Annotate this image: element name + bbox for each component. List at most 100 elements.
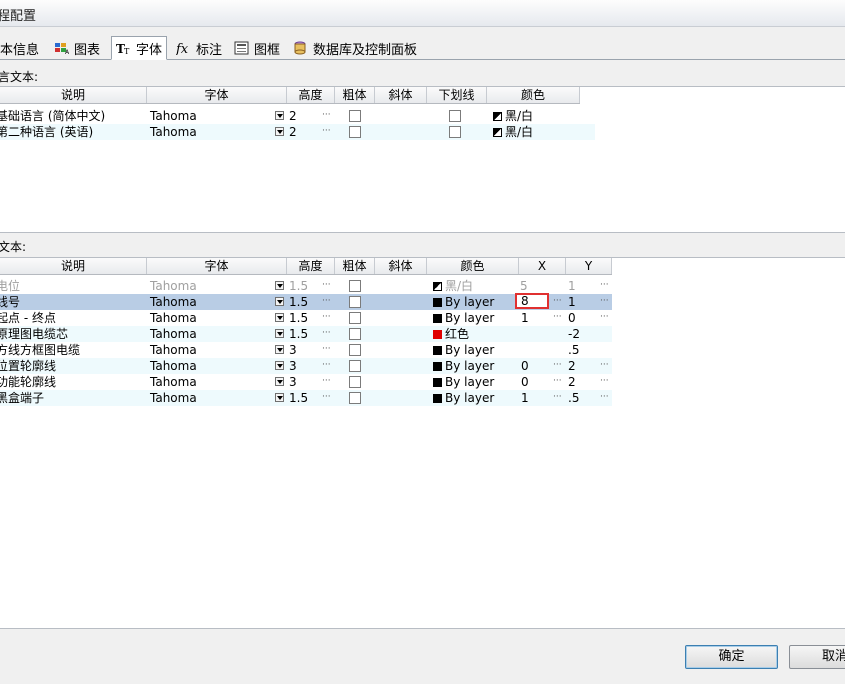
table-row[interactable]: 基础语言 (简体中文) Tahoma 2 ··· 黑/白 — [0, 108, 595, 124]
bold-checkbox[interactable] — [349, 312, 361, 324]
x-ellipsis-button[interactable]: ··· — [553, 310, 562, 324]
col-color[interactable]: 颜色 — [487, 87, 580, 103]
tab-chart[interactable]: A 图表 — [54, 38, 100, 58]
y-ellipsis-button[interactable]: ··· — [600, 310, 609, 324]
table-row[interactable]: 位置轮廓线 Tahoma 3 ··· By layer 0 ··· 2 ··· — [0, 358, 612, 374]
col-underline[interactable]: 下划线 — [427, 87, 487, 103]
row-x[interactable]: 1 — [521, 310, 529, 326]
row-font[interactable]: Tahoma — [150, 374, 197, 390]
x-ellipsis-button[interactable]: ··· — [553, 358, 562, 372]
row-x[interactable]: 5 — [520, 278, 528, 294]
underline-checkbox[interactable] — [449, 110, 461, 122]
y-ellipsis-button[interactable]: ··· — [600, 278, 609, 292]
row-height[interactable]: 2 — [289, 108, 297, 124]
row-height[interactable]: 3 — [289, 342, 297, 358]
x-ellipsis-button[interactable]: ··· — [553, 294, 562, 308]
col-bold[interactable]: 粗体 — [335, 87, 375, 103]
table-row[interactable]: 功能轮廓线 Tahoma 3 ··· By layer 0 ··· 2 ··· — [0, 374, 612, 390]
row-y[interactable]: 1 — [568, 294, 576, 310]
row-y[interactable]: .5 — [568, 390, 579, 406]
col-description[interactable]: 说明 — [0, 258, 147, 274]
row-color[interactable]: By layer — [445, 390, 494, 406]
table-row[interactable]: 方线方框图电缆 Tahoma 3 ··· By layer .5 — [0, 342, 612, 358]
col-font[interactable]: 字体 — [147, 87, 287, 103]
bold-checkbox[interactable] — [349, 344, 361, 356]
font-dropdown-arrow[interactable] — [275, 297, 284, 306]
row-color[interactable]: 黑/白 — [505, 124, 533, 140]
row-color[interactable]: By layer — [445, 342, 494, 358]
bold-checkbox[interactable] — [349, 126, 361, 138]
ok-button[interactable]: 确定 — [685, 645, 778, 669]
col-bold[interactable]: 粗体 — [335, 258, 375, 274]
height-ellipsis-button[interactable]: ··· — [322, 390, 331, 404]
table-row[interactable]: 原理图电缆芯 Tahoma 1.5 ··· 红色 -2 — [0, 326, 612, 342]
table-row[interactable]: 起点 - 终点 Tahoma 1.5 ··· By layer 1 ··· 0 … — [0, 310, 612, 326]
font-dropdown-arrow[interactable] — [275, 329, 284, 338]
row-font[interactable]: Tahoma — [150, 326, 197, 342]
col-color[interactable]: 颜色 — [427, 258, 519, 274]
col-y[interactable]: Y — [566, 258, 612, 274]
row-color[interactable]: By layer — [445, 310, 494, 326]
bold-checkbox[interactable] — [349, 110, 361, 122]
text-table[interactable]: 说明 字体 高度 粗体 斜体 颜色 X Y 电位 Tahoma 1.5 ··· … — [0, 257, 845, 629]
row-y[interactable]: 0 — [568, 310, 576, 326]
col-height[interactable]: 高度 — [287, 258, 335, 274]
row-height[interactable]: 1.5 — [289, 310, 308, 326]
row-font[interactable]: Tahoma — [150, 108, 197, 124]
tab-database[interactable]: 数据库及控制面板 — [293, 38, 417, 58]
font-dropdown-arrow[interactable] — [275, 361, 284, 370]
row-height[interactable]: 2 — [289, 124, 297, 140]
row-height[interactable]: 1.5 — [289, 294, 308, 310]
height-ellipsis-button[interactable]: ··· — [322, 108, 331, 122]
row-y[interactable]: 2 — [568, 358, 576, 374]
row-font[interactable]: Tahoma — [150, 342, 197, 358]
row-height[interactable]: 3 — [289, 358, 297, 374]
height-ellipsis-button[interactable]: ··· — [322, 326, 331, 340]
height-ellipsis-button[interactable]: ··· — [322, 124, 331, 138]
bold-checkbox[interactable] — [349, 392, 361, 404]
row-y[interactable]: -2 — [568, 326, 580, 342]
y-ellipsis-button[interactable]: ··· — [600, 358, 609, 372]
font-dropdown-arrow[interactable] — [275, 377, 284, 386]
row-font[interactable]: Tahoma — [150, 278, 197, 294]
row-height[interactable]: 1.5 — [289, 326, 308, 342]
row-height[interactable]: 3 — [289, 374, 297, 390]
tab-frame[interactable]: 图框 — [234, 38, 280, 58]
y-ellipsis-button[interactable]: ··· — [600, 294, 609, 308]
table-row[interactable]: 电位 Tahoma 1.5 ··· 黑/白 5 1 ··· — [0, 278, 612, 294]
tab-annotation[interactable]: fx 标注 — [175, 38, 222, 58]
row-font[interactable]: Tahoma — [150, 294, 197, 310]
height-ellipsis-button[interactable]: ··· — [322, 278, 331, 292]
row-y[interactable]: 1 — [568, 278, 576, 294]
font-dropdown-arrow[interactable] — [275, 281, 284, 290]
height-ellipsis-button[interactable]: ··· — [322, 374, 331, 388]
col-italic[interactable]: 斜体 — [375, 87, 427, 103]
col-x[interactable]: X — [519, 258, 566, 274]
cancel-button[interactable]: 取消 — [789, 645, 845, 669]
bold-checkbox[interactable] — [349, 280, 361, 292]
underline-checkbox[interactable] — [449, 126, 461, 138]
font-dropdown-arrow[interactable] — [275, 345, 284, 354]
row-color[interactable]: By layer — [445, 358, 494, 374]
row-color[interactable]: 黑/白 — [445, 278, 473, 294]
bold-checkbox[interactable] — [349, 360, 361, 372]
bold-checkbox[interactable] — [349, 328, 361, 340]
font-dropdown-arrow[interactable] — [275, 393, 284, 402]
height-ellipsis-button[interactable]: ··· — [322, 310, 331, 324]
tab-basic-info[interactable]: 本信息 — [0, 38, 39, 58]
bold-checkbox[interactable] — [349, 376, 361, 388]
row-font[interactable]: Tahoma — [150, 310, 197, 326]
height-ellipsis-button[interactable]: ··· — [322, 342, 331, 356]
col-font[interactable]: 字体 — [147, 258, 287, 274]
y-ellipsis-button[interactable]: ··· — [600, 374, 609, 388]
height-ellipsis-button[interactable]: ··· — [322, 358, 331, 372]
row-y[interactable]: 2 — [568, 374, 576, 390]
y-ellipsis-button[interactable]: ··· — [600, 390, 609, 404]
col-height[interactable]: 高度 — [287, 87, 335, 103]
x-ellipsis-button[interactable]: ··· — [553, 374, 562, 388]
row-color[interactable]: By layer — [445, 294, 494, 310]
row-height[interactable]: 1.5 — [289, 390, 308, 406]
font-dropdown-arrow[interactable] — [275, 313, 284, 322]
row-y[interactable]: .5 — [568, 342, 579, 358]
table-row-selected[interactable]: 线号 Tahoma 1.5 ··· By layer 8 ··· 1 ··· — [0, 293, 612, 310]
